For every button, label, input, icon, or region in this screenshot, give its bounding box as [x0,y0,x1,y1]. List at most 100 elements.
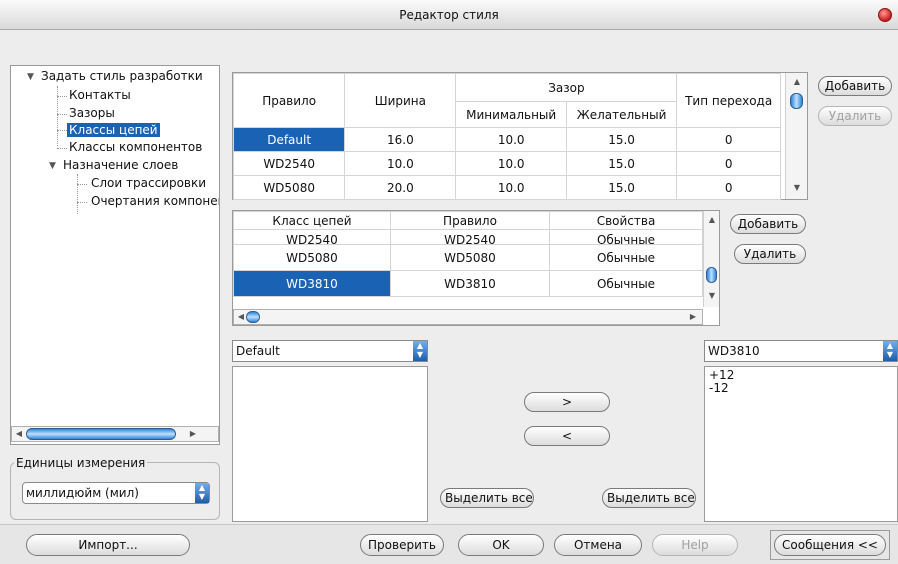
cell-rule[interactable]: WD5080 [390,244,550,271]
scroll-thumb[interactable] [706,267,717,283]
cell-min[interactable]: 10.0 [455,151,567,176]
cell-min[interactable]: 10.0 [455,127,567,152]
cell-width[interactable]: 20.0 [344,175,457,200]
tree-item-routing-layers[interactable]: Слои трассировки [91,176,206,190]
list-item[interactable]: -12 [709,382,893,395]
cell-rule[interactable]: WD5080 [232,175,346,200]
cell-rule[interactable]: Default [232,127,346,152]
class-delete-button[interactable]: Удалить [734,244,806,264]
tree-item-component-classes[interactable]: Классы компонентов [69,140,202,154]
left-select-value: Default [236,344,280,358]
scroll-thumb[interactable] [246,311,260,323]
title-bar: Редактор стиля [0,0,898,30]
tree-item-clearances[interactable]: Зазоры [69,106,115,120]
tree-item-layer-assignment[interactable]: Назначение слоев [63,158,178,172]
scroll-left-icon[interactable]: ◀ [14,429,24,438]
col-header-rule[interactable]: Правило [390,211,550,230]
cell-props[interactable]: Обычные [549,244,703,271]
cancel-button[interactable]: Отмена [554,534,642,556]
cell-props[interactable]: Обычные [549,270,703,297]
rules-delete-button[interactable]: Удалить [818,106,892,126]
cell-width[interactable]: 10.0 [344,151,457,176]
scroll-down-icon[interactable]: ▼ [706,291,718,300]
scroll-down-icon[interactable]: ▼ [791,183,803,192]
table-row[interactable]: WD2540 10.0 10.0 15.0 0 [232,151,781,176]
col-header-net-class[interactable]: Класс цепей [233,211,391,230]
table-row[interactable]: WD5080 20.0 10.0 15.0 0 [232,175,781,200]
window-title: Редактор стиля [399,8,499,22]
class-hscrollbar[interactable]: ◀ ▶ [233,309,703,325]
units-select-value: миллидюйм (мил) [26,486,139,500]
close-icon[interactable] [878,8,892,22]
cell-rule[interactable]: WD2540 [232,151,346,176]
table-row[interactable]: WD3810 WD3810 Обычные [233,270,703,297]
rules-table: Правило Ширина Зазор Тип перехода Минима… [232,73,781,200]
left-class-select[interactable]: Default ▲ ▼ [232,340,428,362]
scroll-up-icon[interactable]: ▲ [791,77,803,86]
scroll-up-icon[interactable]: ▲ [706,215,718,224]
cell-pref[interactable]: 15.0 [565,127,678,152]
stepper-icon: ▲ ▼ [195,483,209,503]
cell-via[interactable]: 0 [676,127,781,152]
check-button[interactable]: Проверить [360,534,444,556]
tree-panel: ▼ Задать стиль разработки Контакты Зазор… [10,65,220,445]
help-button[interactable]: Help [652,534,738,556]
col-header-props[interactable]: Свойства [549,211,703,230]
cell-width[interactable]: 16.0 [344,127,457,152]
import-button[interactable]: Импорт... [26,534,190,556]
stepper-icon: ▲ ▼ [413,341,427,361]
units-select[interactable]: миллидюйм (мил) ▲ ▼ [22,482,210,504]
class-vscrollbar[interactable]: ▲ ▼ [703,211,719,307]
cell-net-class[interactable]: WD3810 [233,270,391,297]
triangle-down-icon[interactable]: ▼ [49,161,56,171]
col-header-via-type[interactable]: Тип перехода [676,73,781,128]
left-net-list[interactable] [232,366,428,522]
cell-min[interactable]: 10.0 [455,175,567,200]
tree-hscrollbar[interactable]: ◀ ▶ [11,426,219,442]
cell-rule[interactable]: WD2540 [390,229,550,245]
right-select-value: WD3810 [708,344,760,358]
cell-via[interactable]: 0 [676,175,781,200]
scroll-thumb[interactable] [26,428,176,440]
cell-rule[interactable]: WD3810 [390,270,550,297]
scroll-right-icon[interactable]: ▶ [188,429,198,438]
move-left-button[interactable]: < [524,426,610,446]
tree-item-design-style[interactable]: Задать стиль разработки [41,69,203,83]
table-row[interactable]: Default 16.0 10.0 15.0 0 [232,127,781,152]
messages-button[interactable]: Сообщения << [774,534,886,556]
tree-item-component-outlines[interactable]: Очертания компонен [91,194,219,208]
table-row[interactable]: WD2540 WD2540 Обычные [233,229,703,245]
cell-pref[interactable]: 15.0 [565,175,678,200]
table-row[interactable]: WD5080 WD5080 Обычные [233,244,703,271]
rules-add-button[interactable]: Добавить [818,76,892,96]
units-legend: Единицы измерения [14,456,148,470]
right-class-select[interactable]: WD3810 ▲ ▼ [704,340,898,362]
scroll-left-icon[interactable]: ◀ [236,312,246,321]
cell-pref[interactable]: 15.0 [565,151,678,176]
cell-net-class[interactable]: WD5080 [233,244,391,271]
col-header-gap-min[interactable]: Минимальный [455,101,567,128]
scroll-right-icon[interactable]: ▶ [688,312,698,321]
class-table: Класс цепей Правило Свойства WD2540 WD25… [233,211,703,297]
col-header-gap[interactable]: Зазор [455,73,678,102]
rules-vscrollbar[interactable]: ▲ ▼ [785,73,807,199]
tree-item-net-classes[interactable]: Классы цепей [67,123,160,137]
right-net-list[interactable]: +12 -12 [704,366,898,522]
triangle-down-icon[interactable]: ▼ [27,72,34,82]
list-item[interactable]: +12 [709,369,893,382]
move-right-button[interactable]: > [524,392,610,412]
rules-table-container: Правило Ширина Зазор Тип перехода Минима… [232,72,808,200]
class-add-button[interactable]: Добавить [730,214,806,234]
select-all-left-button[interactable]: Выделить все [440,488,534,508]
scroll-thumb[interactable] [790,93,803,109]
cell-props[interactable]: Обычные [549,229,703,245]
select-all-right-button[interactable]: Выделить все [602,488,696,508]
col-header-gap-pref[interactable]: Желательный [565,101,678,128]
col-header-width[interactable]: Ширина [344,73,457,128]
tree-item-contacts[interactable]: Контакты [69,88,131,102]
cell-net-class[interactable]: WD2540 [233,229,391,245]
cell-via[interactable]: 0 [676,151,781,176]
ok-button[interactable]: OK [458,534,544,556]
col-header-rule[interactable]: Правило [232,73,346,128]
stepper-icon: ▲ ▼ [883,341,897,361]
